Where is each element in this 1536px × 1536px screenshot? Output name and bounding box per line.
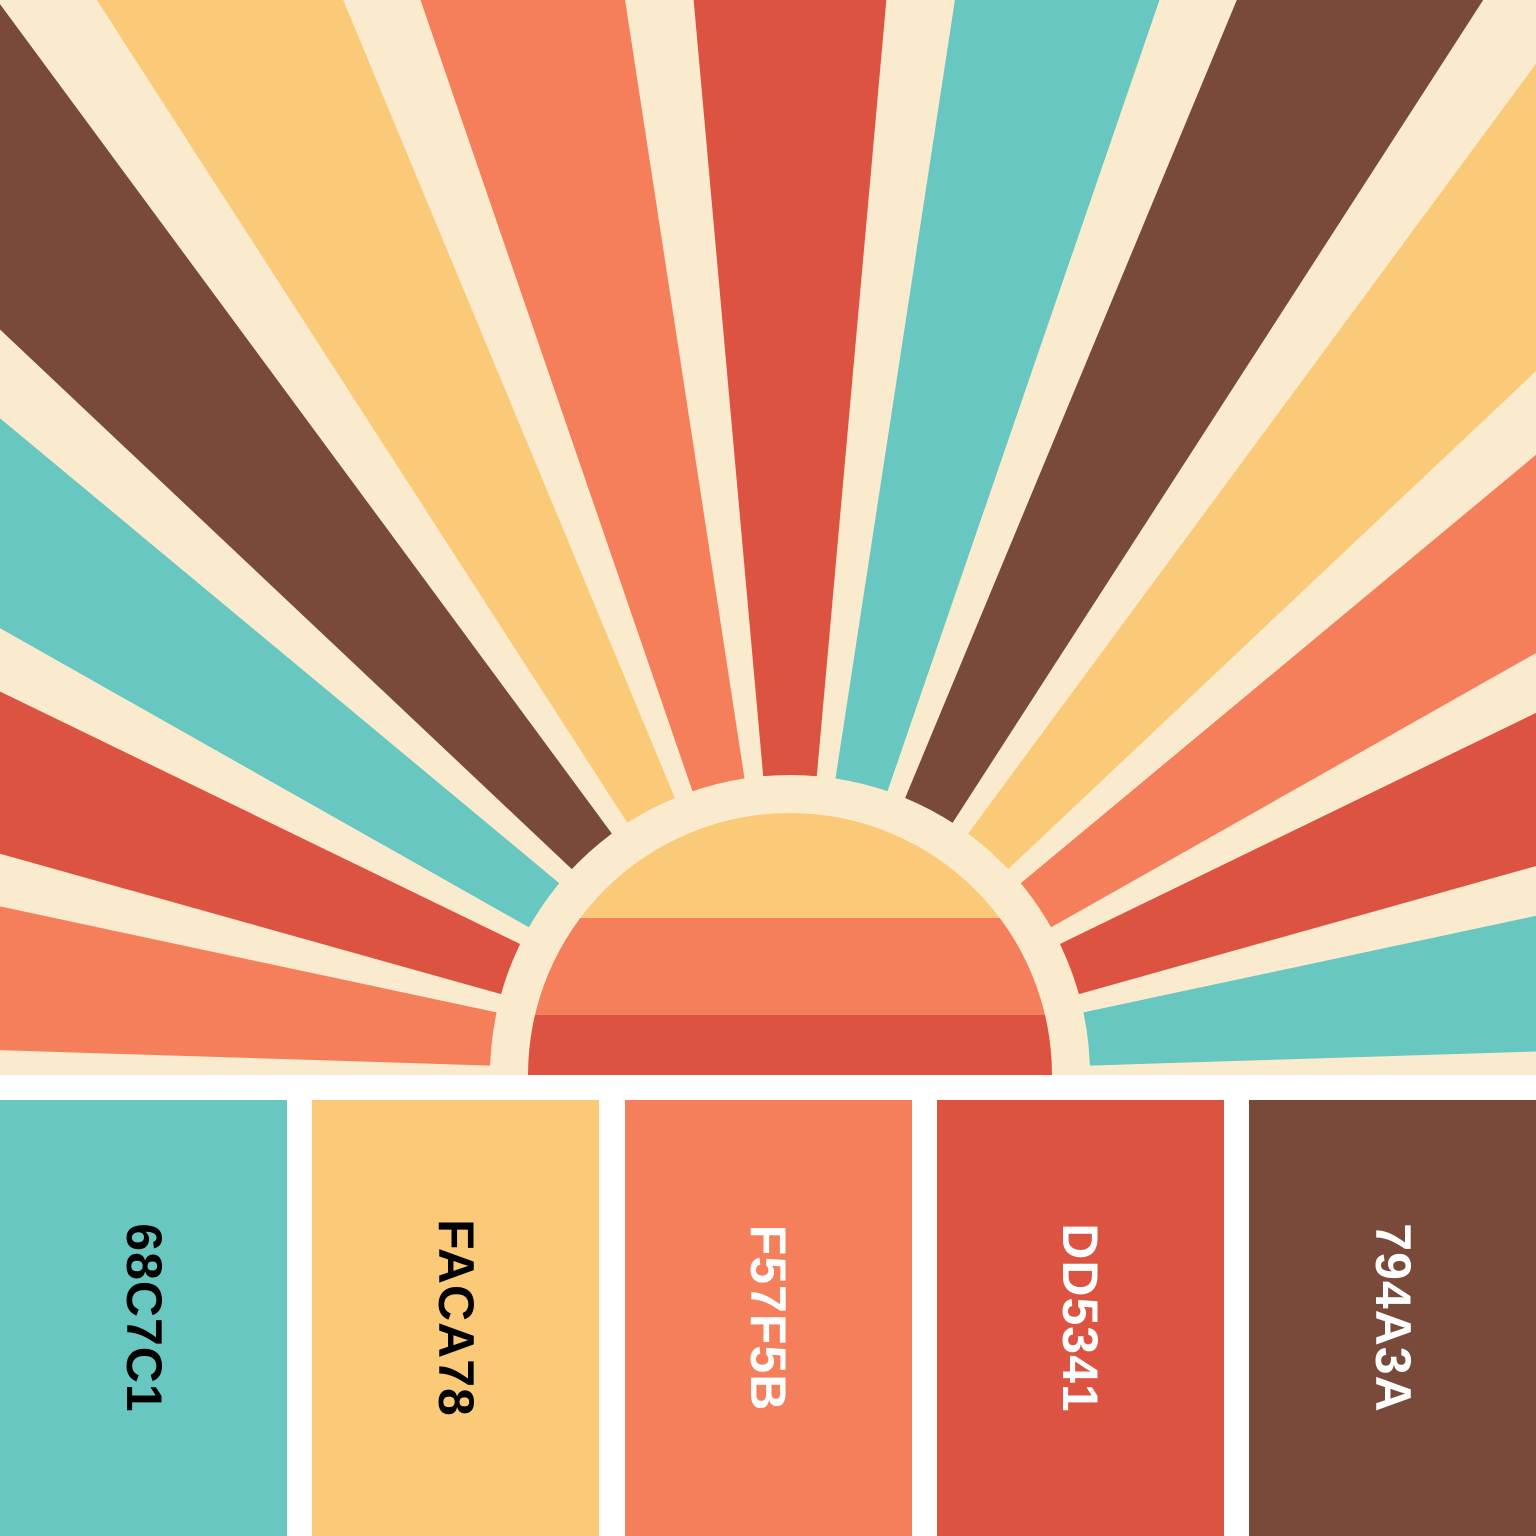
- sun-band-coral: [528, 918, 1052, 1015]
- palette-card: 68C7C1 FACA78 F57F5B DD5341 794A3A: [0, 0, 1536, 1536]
- swatch-coral: F57F5B: [624, 1100, 912, 1536]
- sunburst-artwork: [0, 0, 1536, 1075]
- sunburst-svg: [0, 0, 1536, 1075]
- swatch-hex-label: F57F5B: [740, 1224, 796, 1412]
- swatch-hex-label: DD5341: [1052, 1223, 1109, 1413]
- swatch-hex-label: FACA78: [427, 1219, 484, 1417]
- palette-swatches: 68C7C1 FACA78 F57F5B DD5341 794A3A: [0, 1100, 1536, 1536]
- swatch-teal: 68C7C1: [0, 1100, 287, 1536]
- sun-band-red: [528, 1015, 1052, 1075]
- swatch-red: DD5341: [936, 1100, 1224, 1536]
- swatch-brown: 794A3A: [1249, 1100, 1536, 1536]
- swatch-yellow: FACA78: [312, 1100, 600, 1536]
- swatch-hex-label: 794A3A: [1364, 1223, 1421, 1413]
- swatch-hex-label: 68C7C1: [115, 1223, 172, 1413]
